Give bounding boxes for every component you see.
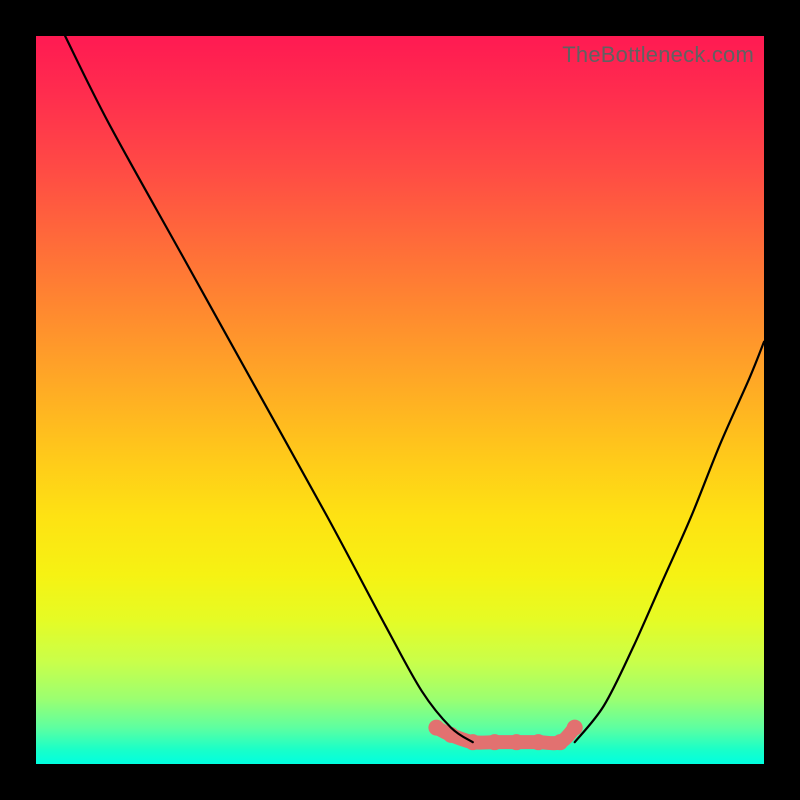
plot-area: TheBottleneck.com bbox=[36, 36, 764, 764]
floor-marker-dot bbox=[530, 734, 546, 750]
floor-marker-dot bbox=[428, 720, 444, 736]
chart-stage: TheBottleneck.com bbox=[0, 0, 800, 800]
chart-svg bbox=[36, 36, 764, 764]
floor-marker-dot bbox=[508, 734, 524, 750]
floor-marker-dot bbox=[487, 734, 503, 750]
floor-marker-dot bbox=[567, 720, 583, 736]
left-branch-path bbox=[65, 36, 473, 742]
chart-curves bbox=[65, 36, 764, 750]
floor-marker-dot bbox=[552, 734, 568, 750]
floor-marker-dot bbox=[443, 727, 459, 743]
right-branch-path bbox=[575, 342, 764, 742]
